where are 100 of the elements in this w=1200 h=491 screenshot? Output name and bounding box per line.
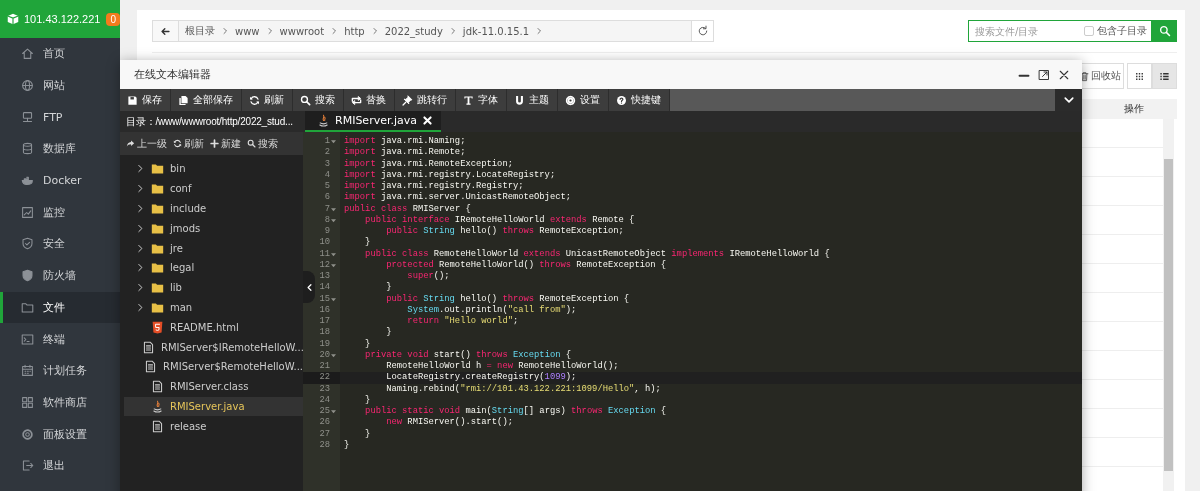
line-number: 9 bbox=[324, 226, 330, 238]
code-line: new RMIServer().start(); bbox=[385, 417, 513, 429]
sidebar-item[interactable]: 计划任务 bbox=[0, 354, 120, 387]
toolbar-button[interactable]: 字体 bbox=[456, 89, 507, 111]
code-line: } bbox=[385, 327, 392, 339]
file-item[interactable]: bin bbox=[124, 159, 303, 179]
sidebar-item[interactable]: 网站 bbox=[0, 69, 120, 102]
code-line: } bbox=[364, 428, 371, 440]
sidebar-item[interactable]: 软件商店 bbox=[0, 386, 120, 419]
code-line: import java.rmi.Remote; bbox=[343, 147, 466, 159]
toolbar-button[interactable]: 全部保存 bbox=[171, 89, 242, 111]
code-line: public interface IRemoteHelloWorld extends Remote { bbox=[364, 214, 635, 226]
file-item[interactable]: conf bbox=[124, 178, 303, 199]
toolbar-button[interactable]: 设置 bbox=[558, 89, 609, 111]
file-name: jmods bbox=[170, 222, 201, 234]
sidebar-item[interactable]: 防火墙 bbox=[0, 259, 120, 292]
toolbar-button[interactable]: 保存 bbox=[120, 89, 171, 111]
line-number: 10 bbox=[319, 237, 330, 249]
file-name: lib bbox=[170, 282, 182, 294]
code-line: public class RMIServer { bbox=[343, 203, 471, 215]
sidebar-label: FTP bbox=[43, 110, 63, 124]
sidebar-label: 防火墙 bbox=[43, 268, 76, 284]
sidebar-label: 监控 bbox=[43, 204, 65, 220]
line-number: 21 bbox=[319, 361, 330, 373]
toolbar-button[interactable]: 搜索 bbox=[293, 89, 344, 111]
breadcrumb-item[interactable]: www bbox=[235, 25, 260, 37]
file-tab[interactable]: RMIServer.java bbox=[305, 111, 441, 132]
line-number: 12 bbox=[319, 259, 330, 271]
file-name: include bbox=[170, 203, 207, 214]
sidebar-item[interactable]: 面板设置 bbox=[0, 418, 120, 450]
sidebar-item[interactable]: 首页 bbox=[0, 38, 120, 70]
file-action-button[interactable]: 刷新 bbox=[173, 136, 204, 151]
toolbar-button[interactable]: 刷新 bbox=[242, 89, 293, 111]
sidebar-label: 终端 bbox=[43, 331, 65, 347]
file-item[interactable]: release bbox=[124, 416, 303, 437]
file-name: RMIServer.java bbox=[170, 400, 245, 412]
file-item[interactable]: RMIServer.java bbox=[124, 396, 303, 417]
line-number: 16 bbox=[319, 304, 330, 316]
code-line: } bbox=[364, 338, 371, 350]
toolbar-button[interactable]: 跳转行 bbox=[395, 89, 456, 111]
line-number: 26 bbox=[319, 417, 330, 429]
window-title: 在线文本编辑器 bbox=[134, 67, 211, 82]
sidebar-item[interactable]: 监控 bbox=[0, 196, 120, 229]
file-item[interactable]: README.html bbox=[124, 317, 303, 338]
sidebar-label: Docker bbox=[43, 174, 82, 188]
code-line: public String hello() throws RemoteException { bbox=[385, 293, 630, 305]
file-item[interactable]: jmods bbox=[124, 218, 303, 239]
breadcrumb-item[interactable]: jdk-11.0.15.1 bbox=[462, 25, 530, 37]
line-number: 18 bbox=[319, 327, 330, 339]
sidebar-label: 安全 bbox=[43, 236, 65, 252]
code-line: import java.rmi.registry.Registry; bbox=[343, 181, 524, 192]
file-item[interactable]: RMIServer.class bbox=[124, 376, 303, 397]
file-item[interactable]: RMIServer$RemoteHelloW... bbox=[124, 356, 303, 377]
file-action-button[interactable]: 新建 bbox=[210, 136, 241, 151]
file-item[interactable]: RMIServer$IRemoteHelloW... bbox=[124, 337, 303, 357]
code-line: private void start() throws Exception { bbox=[364, 349, 572, 361]
file-name: man bbox=[170, 301, 193, 313]
line-number: 3 bbox=[324, 158, 330, 170]
code-line: public class RemoteHelloWorld extends UnicastRemoteObject implements IRemoteHelloWorld { bbox=[364, 248, 830, 260]
line-number: 1 bbox=[324, 136, 330, 148]
line-number: 13 bbox=[319, 271, 330, 283]
code-line: return "Hello world"; bbox=[406, 316, 519, 328]
file-item[interactable]: man bbox=[124, 297, 303, 318]
line-number: 17 bbox=[319, 316, 330, 328]
file-action-button[interactable]: 上一级 bbox=[126, 136, 167, 151]
file-name: release bbox=[170, 420, 207, 432]
toolbar-button[interactable]: 快捷键 bbox=[609, 89, 670, 111]
line-number: 28 bbox=[319, 439, 330, 451]
line-number: 8 bbox=[324, 214, 330, 226]
breadcrumb-item[interactable]: 根目录 bbox=[185, 24, 215, 38]
file-name: conf bbox=[170, 183, 192, 195]
directory-path: 目录：/www/wwwroot/http/2022_stud... bbox=[125, 114, 294, 129]
sidebar-item[interactable]: 终端 bbox=[0, 323, 120, 355]
line-number: 19 bbox=[319, 338, 330, 350]
sidebar-item[interactable]: 数据库 bbox=[0, 133, 120, 165]
file-name: RMIServer$RemoteHelloW... bbox=[163, 361, 303, 373]
file-name: README.html bbox=[170, 321, 239, 333]
sidebar-item[interactable]: 文件 bbox=[0, 291, 120, 324]
sidebar-label: 计划任务 bbox=[43, 363, 87, 379]
sidebar-item[interactable]: 安全 bbox=[0, 228, 120, 260]
toolbar-button[interactable]: 替换 bbox=[344, 89, 395, 111]
breadcrumb-item[interactable]: 2022_study bbox=[384, 25, 443, 37]
file-item[interactable]: include bbox=[124, 198, 303, 219]
code-line: public static void main(String[] args) throws Exception { bbox=[364, 406, 667, 417]
line-number: 5 bbox=[324, 181, 330, 193]
sidebar-label: 软件商店 bbox=[43, 394, 87, 410]
breadcrumb-item[interactable]: wwwroot bbox=[279, 25, 325, 37]
line-number: 25 bbox=[319, 406, 330, 418]
code-line: } bbox=[364, 237, 371, 249]
sidebar-item[interactable]: 退出 bbox=[0, 449, 120, 482]
toolbar-button[interactable]: 主题 bbox=[507, 89, 558, 111]
file-name: jre bbox=[170, 242, 183, 254]
notification-count: 0 bbox=[106, 12, 121, 26]
file-action-button[interactable]: 搜索 bbox=[247, 136, 278, 151]
file-item[interactable]: legal bbox=[124, 258, 303, 278]
file-item[interactable]: jre bbox=[124, 238, 303, 258]
sidebar-item[interactable]: Docker bbox=[0, 164, 120, 197]
sidebar-item[interactable]: FTP bbox=[0, 101, 120, 134]
breadcrumb-item[interactable]: http bbox=[344, 25, 365, 37]
file-item[interactable]: lib bbox=[124, 277, 303, 298]
